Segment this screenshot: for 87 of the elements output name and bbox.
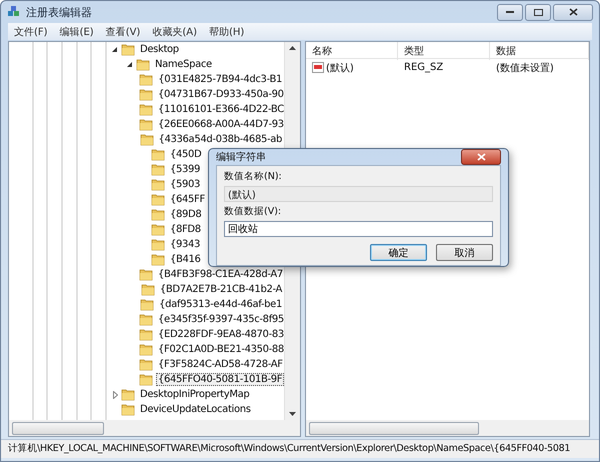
folder-icon — [139, 313, 153, 326]
tree-item[interactable]: {04731B67-D933-450a-90 — [156, 88, 284, 101]
minimize-button[interactable] — [497, 4, 523, 20]
folder-icon — [139, 268, 153, 281]
expanded-arrow-icon[interactable] — [127, 62, 133, 68]
horizontal-scrollbar[interactable] — [9, 420, 300, 436]
registry-cubes-icon — [7, 5, 21, 19]
folder-icon — [139, 373, 153, 386]
tree-item[interactable]: {450D — [168, 148, 204, 161]
tree-item[interactable]: NameSpace — [153, 58, 214, 71]
folder-icon — [140, 298, 154, 311]
tree-item[interactable]: {645FFO40-5081-101B-9F — [156, 373, 284, 386]
value-data-cell-text: (数值未设置) — [495, 62, 555, 74]
folder-icon — [139, 88, 153, 101]
expanded-arrow-icon[interactable] — [112, 46, 118, 52]
value-name-field: (默认) — [224, 186, 493, 202]
value-type-cell-text: REG_SZ — [403, 62, 444, 73]
folder-icon — [139, 103, 153, 116]
horizontal-scrollbar[interactable] — [306, 420, 589, 436]
tree-item[interactable]: {ED228FDF-9EA8-4870-83 — [156, 328, 284, 341]
menu-item[interactable]: 收藏夹(A) — [146, 23, 203, 40]
tree-item[interactable]: {9343 — [168, 238, 202, 251]
tree-item[interactable]: {F02C1A0D-BE21-4350-88 — [156, 343, 284, 356]
menu-item[interactable]: 查看(V) — [100, 23, 146, 40]
menu-item[interactable]: 文件(F) — [8, 23, 54, 40]
tree-item[interactable]: {BD7A2E7B-21CB-41b2-A — [158, 283, 284, 296]
folder-icon — [139, 343, 153, 356]
value-data-label: 数值数据(V): — [224, 205, 282, 218]
tree-item[interactable]: {645FF — [168, 193, 207, 206]
tree-item[interactable]: {5903 — [168, 178, 202, 191]
close-icon — [476, 153, 486, 161]
column-header[interactable]: 类型 — [398, 42, 490, 60]
folder-icon — [151, 193, 165, 206]
value-name-label: 数值名称(N): — [224, 170, 283, 183]
folder-icon — [140, 133, 154, 146]
folder-icon — [121, 388, 135, 401]
ok-button[interactable]: 确定 — [370, 244, 427, 261]
tree-item[interactable]: {e345f35f-9397-435c-8f95 — [156, 313, 284, 326]
folder-icon — [151, 163, 165, 176]
tree-item[interactable]: {8FD8 — [168, 223, 203, 236]
window-title: 注册表编辑器 — [26, 4, 92, 20]
minimize-icon — [506, 10, 514, 14]
tree-item[interactable]: Desktop — [138, 43, 181, 56]
tree-item[interactable]: {F3F5824C-AD58-4728-AF — [156, 358, 284, 371]
menu-item[interactable]: 帮助(H) — [203, 23, 250, 40]
close-icon — [568, 8, 578, 16]
folder-icon — [136, 58, 150, 71]
folder-icon — [151, 208, 165, 221]
folder-icon — [121, 43, 135, 56]
maximize-button[interactable] — [525, 4, 551, 20]
tree-item[interactable]: {031E4825-7B94-4dc3-B1 — [156, 73, 284, 86]
folder-icon — [151, 253, 165, 266]
folder-icon — [151, 223, 165, 236]
folder-icon — [139, 118, 153, 131]
tree-item[interactable]: {B416 — [168, 253, 203, 266]
tree-item[interactable]: {4336a54d-038b-4685-ab — [156, 133, 284, 146]
cancel-button[interactable]: 取消 — [436, 244, 493, 261]
folder-icon — [151, 178, 165, 191]
tree-item[interactable]: {26EE0668-A00A-44D7-93 — [156, 118, 284, 131]
folder-icon — [151, 148, 165, 161]
folder-icon — [151, 238, 165, 251]
folder-icon — [139, 358, 153, 371]
tree-item[interactable]: {11016101-E366-4D22-BC — [156, 103, 284, 116]
maximize-icon — [534, 8, 542, 16]
tree-item[interactable]: {5399 — [168, 163, 202, 176]
value-name-cell[interactable]: (默认) — [306, 60, 398, 74]
dialog-title: 编辑字符串 — [216, 150, 266, 164]
folder-icon — [139, 73, 154, 86]
tree-item[interactable]: {89D8 — [168, 208, 204, 221]
registry-path: 计算机\HKEY_LOCAL_MACHINE\SOFTWARE\Microsoft\Windows\CurrentVersion\Explorer\Desktop\NameSpace\{645FF040-5081 — [8, 443, 570, 455]
string-value-icon — [312, 62, 324, 73]
collapsed-arrow-icon[interactable] — [112, 390, 118, 398]
close-button[interactable] — [553, 4, 593, 20]
column-header[interactable]: 名称 — [306, 42, 398, 60]
folder-icon — [121, 403, 135, 416]
column-header[interactable]: 数据 — [490, 42, 589, 60]
scroll-up-icon[interactable] — [289, 46, 296, 50]
value-data-field[interactable]: 回收站 — [224, 221, 493, 237]
menu-item[interactable]: 编辑(E) — [54, 23, 100, 40]
folder-icon — [139, 328, 153, 341]
tree-item[interactable]: DeviceUpdateLocations — [138, 403, 253, 416]
folder-icon — [140, 283, 155, 296]
scroll-down-icon[interactable] — [289, 412, 296, 416]
tree-item[interactable]: DesktopIniPropertyMap — [138, 388, 252, 401]
close-button[interactable] — [461, 149, 501, 165]
tree-item[interactable]: {daf95313-e44d-46af-be1 — [157, 298, 284, 311]
tree-item[interactable]: {B4FB3F98-C1EA-428d-A7 — [156, 268, 284, 281]
